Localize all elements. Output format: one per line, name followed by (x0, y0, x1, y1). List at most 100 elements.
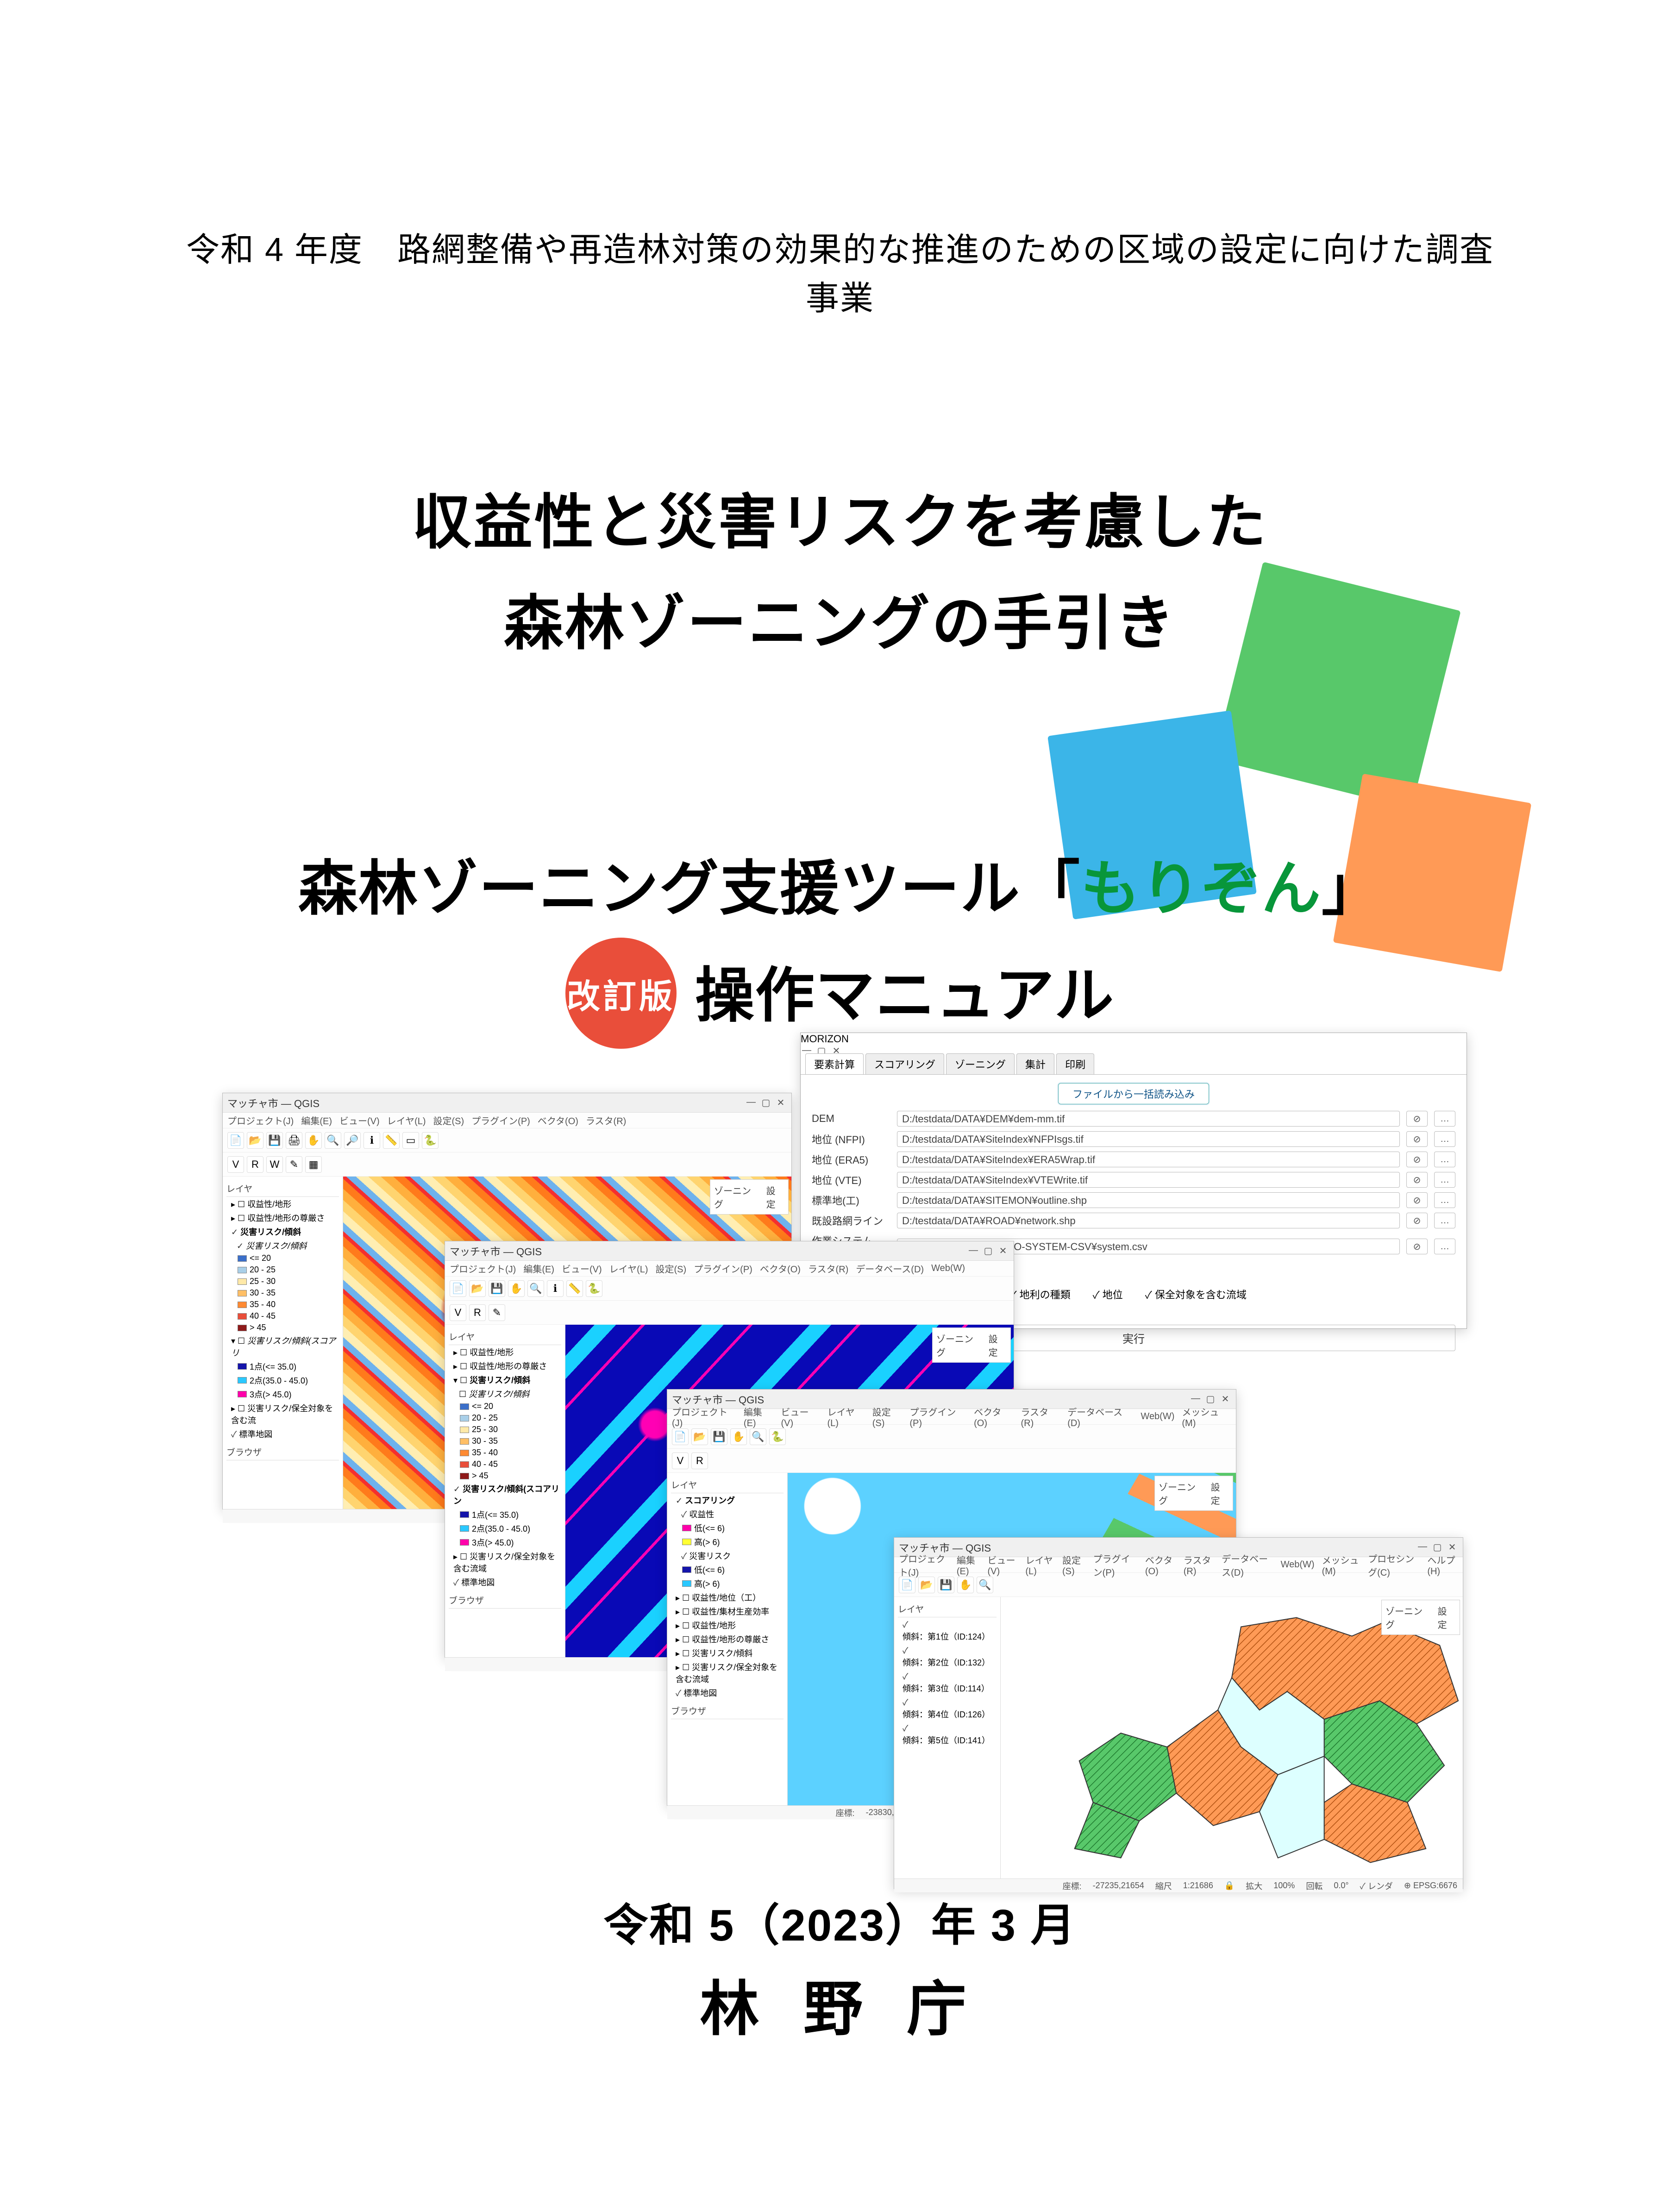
menu-settings[interactable]: 設定(S) (656, 1262, 687, 1275)
open-icon[interactable]: 📂 (918, 1577, 935, 1593)
layer-slope-raster[interactable]: 災害リスク/傾斜 (226, 1239, 339, 1252)
add-raster-icon[interactable]: R (691, 1453, 708, 1469)
btn-settings[interactable]: 設定 (989, 1332, 1007, 1359)
layer-item[interactable]: ▸ ☐ 収益性/地形の尊厳さ (226, 1211, 339, 1225)
layer-rank2[interactable]: 傾斜：第2位（ID:132） (898, 1643, 997, 1669)
path-dem[interactable]: D:/testdata/DATA¥DEM¥dem-mm.tif (897, 1111, 1400, 1127)
layer-scoring-group[interactable]: スコアリング (671, 1493, 784, 1507)
menu-edit[interactable]: 編集(E) (744, 1405, 774, 1429)
identify-icon[interactable]: ℹ (364, 1132, 380, 1149)
layer-score[interactable]: 災害リスク/傾斜(スコアリン (449, 1482, 561, 1508)
python-icon[interactable]: 🐍 (586, 1280, 602, 1297)
panel-tab-layer[interactable]: レイヤ (671, 1477, 784, 1493)
check-hozen[interactable]: 保全対象を含む流域 (1145, 1287, 1247, 1302)
menu-web[interactable]: Web(W) (1141, 1411, 1174, 1422)
pan-icon[interactable]: ✋ (508, 1280, 525, 1297)
menu-vector[interactable]: ベクタ(O) (974, 1405, 1013, 1429)
menu-layer[interactable]: レイヤ(L) (827, 1405, 865, 1429)
menu-view[interactable]: ビュー(V) (781, 1405, 820, 1429)
clear-icon[interactable]: ⊘ (1406, 1192, 1428, 1208)
table-icon[interactable]: ▦ (305, 1156, 322, 1173)
menu-settings[interactable]: 設定(S) (872, 1405, 903, 1429)
menu-raster[interactable]: ラスタ(R) (586, 1114, 626, 1127)
open-icon[interactable]: 📂 (691, 1428, 708, 1445)
clear-icon[interactable]: ⊘ (1406, 1239, 1428, 1254)
minimize-icon[interactable]: — (1190, 1393, 1202, 1405)
menu-layer[interactable]: レイヤ(L) (387, 1114, 426, 1127)
edit-icon[interactable]: ✎ (489, 1304, 505, 1321)
menu-project[interactable]: プロジェクト(J) (450, 1262, 516, 1275)
browse-icon[interactable]: … (1434, 1192, 1455, 1208)
menu-plugin[interactable]: プラグイン(P) (909, 1405, 966, 1429)
btn-settings[interactable]: 設定 (766, 1183, 784, 1210)
open-icon[interactable]: 📂 (247, 1132, 263, 1149)
tab-print[interactable]: 印刷 (1056, 1053, 1094, 1074)
menu-processing[interactable]: プロセシング(C) (1368, 1552, 1420, 1578)
panel-tab-browser[interactable]: ブラウザ (671, 1703, 784, 1719)
map-canvas-parcels[interactable]: ゾーニング設定 (1001, 1597, 1463, 1878)
maximize-icon[interactable]: ▢ (1431, 1541, 1443, 1553)
menu-vector[interactable]: ベクタ(O) (1145, 1553, 1176, 1577)
menu-db[interactable]: データベース(D) (1067, 1405, 1133, 1429)
layer-flow[interactable]: ▸ ☐ 災害リスク/保全対象を含む流域 (449, 1549, 561, 1575)
pan-icon[interactable]: ✋ (730, 1428, 747, 1445)
maximize-icon[interactable]: ▢ (982, 1245, 994, 1257)
menu-web[interactable]: Web(W) (1281, 1559, 1315, 1570)
minimize-icon[interactable]: — (745, 1097, 757, 1109)
menu-settings[interactable]: 設定(S) (433, 1114, 464, 1127)
menu-view[interactable]: ビュー(V) (339, 1114, 380, 1127)
add-wms-icon[interactable]: W (266, 1156, 283, 1173)
layer-rank1[interactable]: 傾斜：第1位（ID:124） (898, 1617, 997, 1643)
layer-flow[interactable]: ▸ ☐ 災害リスク/保全対象を含む流 (226, 1401, 339, 1427)
menu-plugin[interactable]: プラグイン(P) (694, 1262, 752, 1275)
measure-icon[interactable]: 📏 (566, 1280, 583, 1297)
python-icon[interactable]: 🐍 (422, 1132, 439, 1149)
path-road[interactable]: D:/testdata/DATA¥ROAD¥network.shp (897, 1213, 1400, 1228)
add-vector-icon[interactable]: V (227, 1156, 244, 1173)
zoom-in-icon[interactable]: 🔍 (750, 1428, 766, 1445)
menu-edit[interactable]: 編集(E) (957, 1553, 980, 1577)
menu-mesh[interactable]: メッシュ(M) (1322, 1553, 1361, 1577)
btn-zoning[interactable]: ゾーニング (1159, 1480, 1204, 1507)
btn-zoning[interactable]: ゾーニング (1385, 1604, 1431, 1631)
menu-project[interactable]: プロジェクト(J) (672, 1405, 736, 1429)
menu-db[interactable]: データベース(D) (1222, 1552, 1273, 1578)
btn-settings[interactable]: 設定 (1438, 1604, 1456, 1631)
tab-keisan[interactable]: 要素計算 (805, 1053, 864, 1074)
add-raster-icon[interactable]: R (469, 1304, 486, 1321)
close-icon[interactable]: ✕ (997, 1245, 1009, 1257)
layer-score[interactable]: ▾ ☐ 災害リスク/傾斜(スコアリ (226, 1334, 339, 1359)
path-vte[interactable]: D:/testdata/DATA¥SiteIndex¥VTEWrite.tif (897, 1172, 1400, 1188)
layer-basemap[interactable]: 標準地図 (449, 1575, 561, 1589)
menu-project[interactable]: プロジェクト(J) (899, 1552, 949, 1578)
save-icon[interactable]: 💾 (266, 1132, 283, 1149)
check-chiri-type[interactable]: 地利の種類 (1009, 1287, 1070, 1302)
zoom-in-icon[interactable]: 🔍 (977, 1577, 993, 1593)
pan-icon[interactable]: ✋ (957, 1577, 974, 1593)
check-chii[interactable]: 地位 (1093, 1287, 1123, 1302)
new-project-icon[interactable]: 📄 (672, 1428, 689, 1445)
save-icon[interactable]: 💾 (489, 1280, 505, 1297)
zoom-in-icon[interactable]: 🔍 (325, 1132, 341, 1149)
clear-icon[interactable]: ⊘ (1406, 1111, 1428, 1127)
pan-icon[interactable]: ✋ (305, 1132, 322, 1149)
panel-tab-layer[interactable]: レイヤ (449, 1328, 561, 1345)
close-icon[interactable]: ✕ (1219, 1393, 1231, 1405)
add-vector-icon[interactable]: V (672, 1453, 689, 1469)
menu-edit[interactable]: 編集(E) (523, 1262, 554, 1275)
layer-item[interactable]: ▸ ☐ 収益性/地位（工） (671, 1590, 784, 1604)
menu-raster[interactable]: ラスタ(R) (1184, 1553, 1214, 1577)
layer-item[interactable]: ▸ ☐ 収益性/地形 (226, 1197, 339, 1211)
layer-item[interactable]: ▸ ☐ 収益性/地形の尊厳さ (449, 1359, 561, 1373)
menu-web[interactable]: Web(W) (931, 1263, 965, 1274)
clear-icon[interactable]: ⊘ (1406, 1172, 1428, 1188)
menu-help[interactable]: ヘルプ(H) (1427, 1553, 1458, 1577)
layer-item[interactable]: ▸ ☐ 災害リスク/保全対象を含む流域 (671, 1660, 784, 1686)
close-icon[interactable]: ✕ (1446, 1541, 1458, 1553)
python-icon[interactable]: 🐍 (769, 1428, 786, 1445)
path-sitemon[interactable]: D:/testdata/DATA¥SITEMON¥outline.shp (897, 1192, 1400, 1208)
btn-settings[interactable]: 設定 (1211, 1480, 1229, 1507)
open-icon[interactable]: 📂 (469, 1280, 486, 1297)
zoom-in-icon[interactable]: 🔍 (527, 1280, 544, 1297)
menu-raster[interactable]: ラスタ(R) (808, 1262, 848, 1275)
